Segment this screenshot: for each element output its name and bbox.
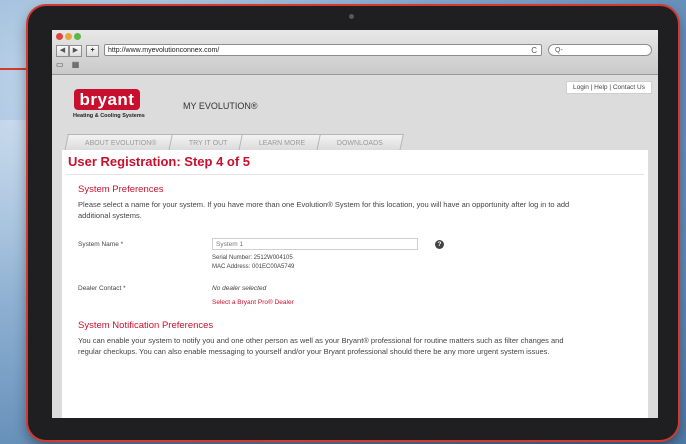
web-page: Login | Help | Contact Us bryant Heating…	[52, 75, 658, 418]
tablet-device: ◀ ▶ + http://www.myevolutionconnex.com/ …	[28, 6, 678, 440]
notification-preferences-heading: System Notification Preferences	[78, 320, 214, 331]
camera-dot	[349, 14, 354, 19]
dealer-contact-label: Dealer Contact *	[78, 285, 126, 292]
registration-panel: System Preferences Please select a name …	[66, 174, 644, 418]
main-tabs: ABOUT EVOLUTION® TRY IT OUT LEARN MORE D…	[64, 134, 405, 152]
top-links[interactable]: Login | Help | Contact Us	[565, 81, 652, 94]
forward-button[interactable]: ▶	[69, 45, 82, 57]
mac-address: MAC Address: 001EC00A5749	[212, 264, 295, 270]
system-name-input[interactable]: System 1	[212, 238, 418, 250]
back-button[interactable]: ◀	[56, 45, 69, 57]
url-text: http://www.myevolutionconnex.com/	[108, 47, 220, 54]
page-title: User Registration: Step 4 of 5	[68, 154, 251, 169]
notification-preferences-text: You can enable your system to notify you…	[78, 336, 564, 356]
dealer-contact-value: No dealer selected	[212, 285, 267, 292]
tablet-screen: ◀ ▶ + http://www.myevolutionconnex.com/ …	[52, 30, 658, 418]
reload-icon[interactable]: C	[531, 45, 537, 57]
zoom-window-button[interactable]	[74, 33, 81, 40]
url-input[interactable]: http://www.myevolutionconnex.com/ C	[104, 44, 542, 56]
help-icon[interactable]: ?	[435, 240, 444, 249]
system-name-label: System Name *	[78, 241, 124, 248]
bookmarks-icon[interactable]: ▭ ▦	[56, 60, 82, 69]
bryant-logo[interactable]: bryant	[74, 89, 140, 110]
close-window-button[interactable]	[56, 33, 63, 40]
nav-buttons: ◀ ▶ +	[56, 45, 99, 57]
system-preferences-text: Please select a name for your system. If…	[78, 200, 570, 220]
serial-number: Serial Number: 2512W004105	[212, 255, 293, 261]
registration-content: User Registration: Step 4 of 5 System Pr…	[62, 150, 648, 418]
add-tab-button[interactable]: +	[86, 45, 99, 57]
site-title: MY EVOLUTION®	[183, 101, 258, 111]
logo-subtitle: Heating & Cooling Systems	[73, 113, 145, 119]
browser-chrome: ◀ ▶ + http://www.myevolutionconnex.com/ …	[52, 30, 658, 75]
select-dealer-link[interactable]: Select a Bryant Pro® Dealer	[212, 299, 294, 306]
minimize-window-button[interactable]	[65, 33, 72, 40]
search-input[interactable]: Q-	[548, 44, 652, 56]
system-preferences-heading: System Preferences	[78, 184, 164, 195]
